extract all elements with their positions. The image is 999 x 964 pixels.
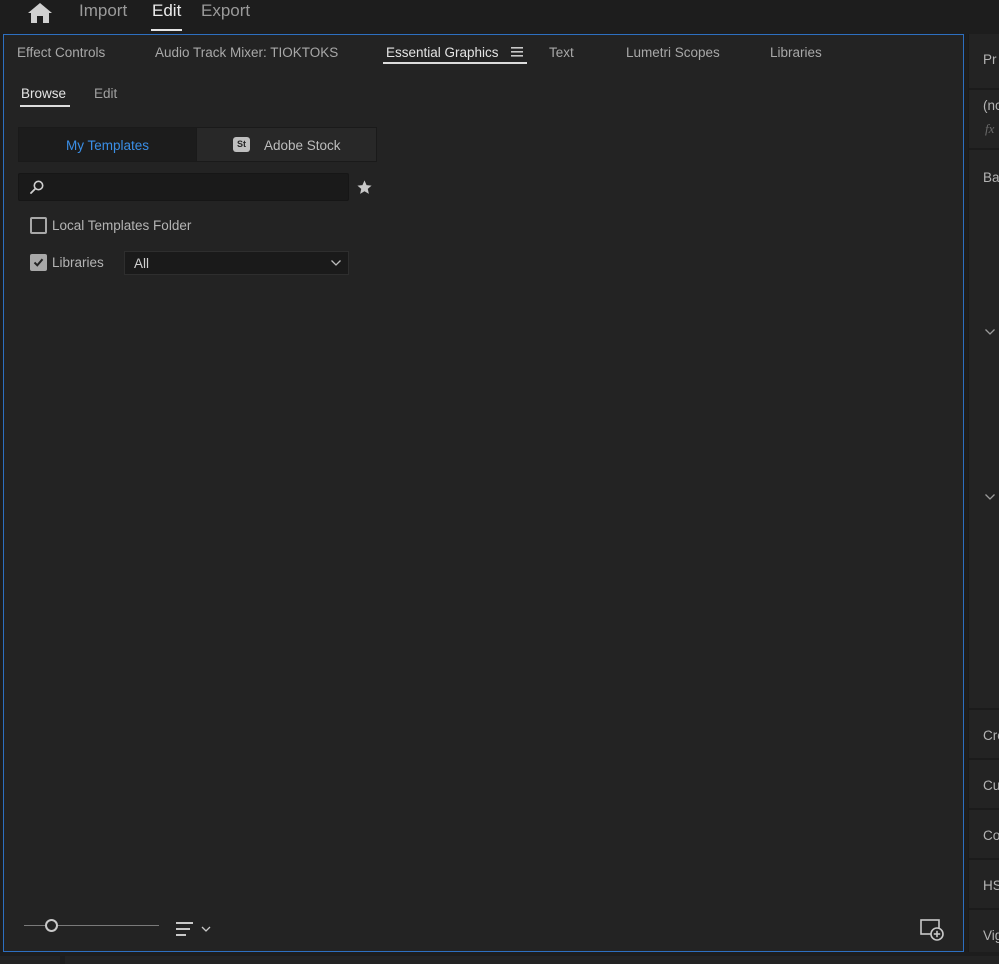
divider xyxy=(969,708,999,710)
libraries-checkbox[interactable] xyxy=(30,254,47,271)
basic-correction-section[interactable]: Ba xyxy=(983,170,999,185)
new-item-icon[interactable] xyxy=(920,919,944,941)
panel-tab-label: Text xyxy=(549,45,574,60)
search-box[interactable] xyxy=(18,173,349,201)
clip-name-label: (nc xyxy=(983,98,999,113)
panel-tab-essential-graphics[interactable]: Essential Graphics xyxy=(383,45,527,64)
local-templates-label: Local Templates Folder xyxy=(52,218,192,233)
divider xyxy=(969,858,999,860)
sub-tab-edit[interactable]: Edit xyxy=(94,86,117,101)
my-templates-button[interactable]: My Templates xyxy=(18,127,197,162)
panel-tab-libraries[interactable]: Libraries xyxy=(770,45,822,60)
panel-tab-label: Effect Controls xyxy=(17,45,106,60)
chevron-down-icon[interactable] xyxy=(985,329,995,335)
color-wheels-section[interactable]: Co xyxy=(983,828,999,843)
libraries-label: Libraries xyxy=(52,255,104,270)
sub-tab-label: Browse xyxy=(21,86,67,101)
panel-tab-lumetri-scopes[interactable]: Lumetri Scopes xyxy=(626,45,720,60)
app-root: Import Edit Export Effect Controls Audio… xyxy=(0,0,999,964)
divider xyxy=(969,808,999,810)
checkmark-icon xyxy=(33,258,44,267)
divider xyxy=(969,908,999,910)
panel-tab-audio-track-mixer[interactable]: Audio Track Mixer: TIOKTOKS xyxy=(155,45,338,60)
active-tab-underline xyxy=(151,29,183,31)
my-templates-label: My Templates xyxy=(65,138,150,153)
panel-tab-label: Libraries xyxy=(770,45,822,60)
hsl-secondary-section[interactable]: HS xyxy=(983,878,999,893)
divider xyxy=(969,758,999,760)
adobe-stock-label: Adobe Stock xyxy=(264,138,341,153)
vignette-section[interactable]: Vig xyxy=(983,928,999,943)
active-subtab-underline xyxy=(20,105,71,107)
fx-badge: fx xyxy=(985,121,995,136)
sub-tab-browse[interactable]: Browse xyxy=(20,86,71,107)
bottom-panel-left xyxy=(0,956,60,964)
bottom-panel-right xyxy=(65,956,999,964)
libraries-dropdown[interactable]: All xyxy=(124,251,349,275)
workspace-tab-label: Export xyxy=(201,1,251,20)
panel-tab-effect-controls[interactable]: Effect Controls xyxy=(17,45,105,60)
home-icon[interactable] xyxy=(27,2,53,24)
chevron-down-icon xyxy=(201,926,211,932)
panel-tab-label: Essential Graphics xyxy=(386,45,499,60)
right-panel-tab[interactable]: Pr xyxy=(983,52,997,67)
workspace-tab-label: Import xyxy=(79,1,128,20)
libraries-checkbox-row[interactable]: Libraries xyxy=(30,254,120,272)
bottom-panel-edge xyxy=(0,952,999,964)
panel-menu-icon[interactable] xyxy=(511,47,523,57)
workspace-tab-edit[interactable]: Edit xyxy=(151,1,183,31)
chevron-down-icon[interactable] xyxy=(985,494,995,500)
workspace-bar: Import Edit Export xyxy=(0,0,999,34)
curves-section[interactable]: Cu xyxy=(983,778,999,793)
local-templates-checkbox[interactable] xyxy=(30,217,47,234)
chevron-down-icon xyxy=(331,260,341,266)
divider xyxy=(969,88,999,90)
sort-list-icon[interactable] xyxy=(176,921,216,937)
panel-tab-label: Audio Track Mixer: TIOKTOKS xyxy=(155,45,339,60)
search-input[interactable] xyxy=(51,178,341,198)
adobe-stock-icon: St xyxy=(233,137,250,152)
adobe-stock-button[interactable]: St Adobe Stock xyxy=(197,127,377,162)
creative-section[interactable]: Cre xyxy=(983,728,999,743)
libraries-dropdown-value: All xyxy=(134,256,150,271)
workspace-tab-export[interactable]: Export xyxy=(201,1,250,21)
workspace-tab-import[interactable]: Import xyxy=(79,1,127,21)
search-icon xyxy=(30,180,44,194)
sub-tab-label: Edit xyxy=(94,86,118,101)
active-tab-underline xyxy=(383,62,527,64)
panel-tab-label: Lumetri Scopes xyxy=(626,45,720,60)
panel-tab-text[interactable]: Text xyxy=(549,45,574,60)
thumbnail-size-slider-handle[interactable] xyxy=(44,919,58,932)
local-templates-checkbox-row[interactable]: Local Templates Folder xyxy=(30,217,230,235)
favorites-star-icon[interactable] xyxy=(356,179,373,196)
lumetri-color-panel: Pr (nc fx Ba Cre Cu Co HS Vig xyxy=(968,34,999,952)
essential-graphics-panel: Effect Controls Audio Track Mixer: TIOKT… xyxy=(3,34,964,952)
divider xyxy=(969,148,999,150)
workspace-tab-label: Edit xyxy=(152,1,182,20)
